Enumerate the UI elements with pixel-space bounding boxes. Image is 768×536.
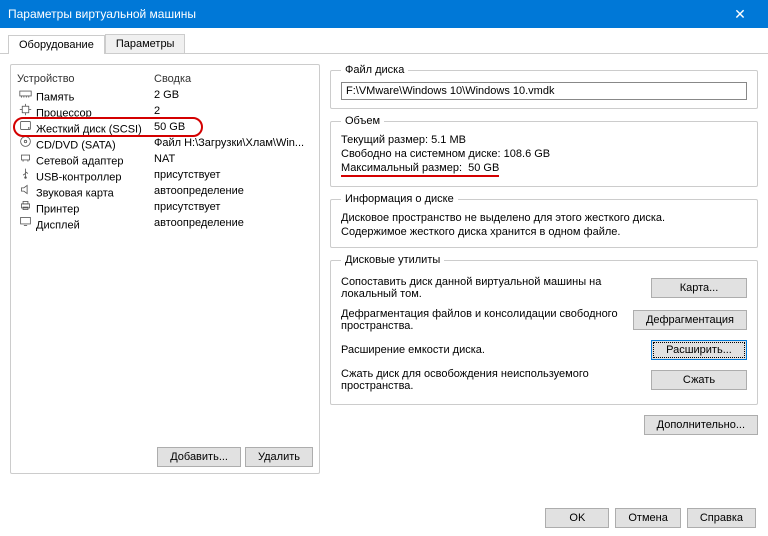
ok-button[interactable]: OK [545, 508, 609, 528]
titlebar: Параметры виртуальной машины ✕ [0, 0, 768, 28]
device-list-header: Устройство Сводка [17, 71, 313, 87]
device-summary: 2 GB [154, 89, 313, 101]
device-name: CD/DVD (SATA) [36, 139, 116, 151]
disk-info-legend: Информация о диске [341, 193, 458, 205]
disk-info-line2: Содержимое жесткого диска хранится в одн… [341, 225, 747, 239]
capacity-group: Объем Текущий размер: 5.1 MB Свободно на… [330, 115, 758, 187]
compact-button[interactable]: Сжать [651, 370, 747, 390]
device-summary: Файл H:\Загрузки\Хлам\Win... [154, 137, 313, 149]
free-space: Свободно на системном диске: 108.6 GB [341, 147, 747, 161]
disk-file-group: Файл диска [330, 64, 758, 109]
advanced-button[interactable]: Дополнительно... [644, 415, 758, 435]
header-device: Устройство [17, 73, 154, 85]
close-icon[interactable]: ✕ [720, 0, 760, 28]
device-row-sound[interactable]: Звуковая карта автоопределение [17, 183, 313, 199]
device-panel: Устройство Сводка Память 2 GB Процессор 2 Же… [10, 64, 320, 474]
device-row-net[interactable]: Сетевой адаптер NAT [17, 151, 313, 167]
capacity-legend: Объем [341, 115, 384, 127]
header-summary: Сводка [154, 73, 313, 85]
device-summary: автоопределение [154, 217, 313, 229]
expand-button[interactable]: Расширить... [651, 340, 747, 360]
printer-icon [17, 199, 33, 213]
tab-options[interactable]: Параметры [105, 34, 186, 53]
defrag-text: Дефрагментация файлов и консолидации сво… [341, 308, 625, 332]
utilities-legend: Дисковые утилиты [341, 254, 444, 266]
device-summary: NAT [154, 153, 313, 165]
device-name: Память [36, 91, 74, 103]
expand-text: Расширение емкости диска. [341, 344, 643, 356]
help-button[interactable]: Справка [687, 508, 756, 528]
device-row-memory[interactable]: Память 2 GB [17, 87, 313, 103]
add-button[interactable]: Добавить... [157, 447, 241, 467]
utilities-group: Дисковые утилиты Сопоставить диск данной… [330, 254, 758, 405]
sound-icon [17, 183, 33, 197]
cancel-button[interactable]: Отмена [615, 508, 680, 528]
tab-hardware[interactable]: Оборудование [8, 35, 105, 54]
disk-info-line1: Дисковое пространство не выделено для эт… [341, 211, 747, 225]
disk-file-legend: Файл диска [341, 64, 408, 76]
device-name: Принтер [36, 203, 79, 215]
device-row-usb[interactable]: USB-контроллер присутствует [17, 167, 313, 183]
device-row-display[interactable]: Дисплей автоопределение [17, 215, 313, 231]
net-icon [17, 151, 33, 165]
device-summary: присутствует [154, 169, 313, 181]
remove-button[interactable]: Удалить [245, 447, 313, 467]
device-name: Звуковая карта [36, 187, 114, 199]
device-summary: 2 [154, 105, 313, 117]
tab-strip: Оборудование Параметры [0, 28, 768, 54]
device-name: Дисплей [36, 219, 80, 231]
current-size: Текущий размер: 5.1 MB [341, 133, 747, 147]
map-text: Сопоставить диск данной виртуальной маши… [341, 276, 643, 300]
hdd-icon [17, 119, 33, 133]
usb-icon [17, 167, 33, 181]
window-title: Параметры виртуальной машины [8, 7, 196, 21]
device-name: Жесткий диск (SCSI) [36, 123, 142, 135]
max-size: Максимальный размер: 50 GB [341, 161, 747, 178]
device-row-hdd[interactable]: Жесткий диск (SCSI) 50 GB [17, 119, 313, 135]
cpu-icon [17, 103, 33, 117]
map-button[interactable]: Карта... [651, 278, 747, 298]
cd-icon [17, 135, 33, 149]
device-summary: автоопределение [154, 185, 313, 197]
device-row-printer[interactable]: Принтер присутствует [17, 199, 313, 215]
compact-text: Сжать диск для освобождения неиспользуем… [341, 368, 643, 392]
disk-file-path[interactable] [341, 82, 747, 100]
device-name: Сетевой адаптер [36, 155, 124, 167]
display-icon [17, 215, 33, 229]
defrag-button[interactable]: Дефрагментация [633, 310, 747, 330]
settings-panel: Файл диска Объем Текущий размер: 5.1 MB … [330, 64, 758, 474]
dialog-footer: OK Отмена Справка [545, 508, 756, 528]
disk-info-group: Информация о диске Дисковое пространство… [330, 193, 758, 248]
memory-icon [17, 87, 33, 101]
device-row-cpu[interactable]: Процессор 2 [17, 103, 313, 119]
device-name: USB-контроллер [36, 171, 122, 183]
device-summary: присутствует [154, 201, 313, 213]
device-summary: 50 GB [154, 121, 313, 133]
device-name: Процессор [36, 107, 92, 119]
device-row-cd[interactable]: CD/DVD (SATA) Файл H:\Загрузки\Хлам\Win..… [17, 135, 313, 151]
